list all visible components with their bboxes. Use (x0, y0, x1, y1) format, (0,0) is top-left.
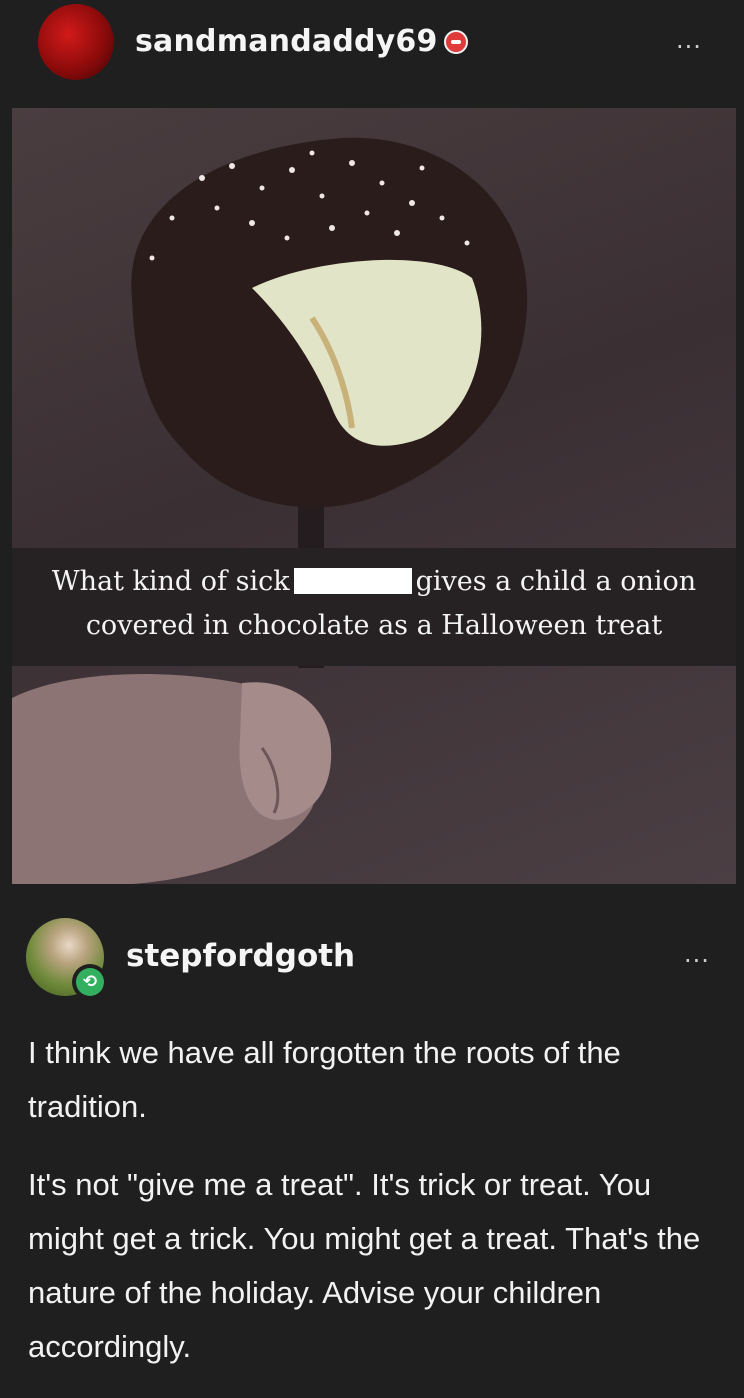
reblog-body: I think we have all forgotten the roots … (28, 1026, 728, 1398)
more-icon[interactable]: ... (676, 26, 702, 54)
onion-photo (12, 137, 528, 884)
caption-text-start: What kind of sick (51, 566, 290, 597)
avatar[interactable] (38, 4, 114, 80)
reblog-icon: ⟲ (72, 964, 108, 1000)
verified-badge-icon (444, 30, 468, 54)
post-header: sandmandaddy69 ... (0, 0, 744, 100)
caption-text-end: gives a child a onion (415, 566, 697, 597)
reblog-paragraph: I think we have all forgotten the roots … (28, 1035, 621, 1124)
image-caption: What kind of sick gives a child a onion c… (12, 560, 736, 648)
redaction-bar (293, 568, 412, 594)
reblog-username[interactable]: stepfordgoth (126, 938, 355, 974)
post-image: What kind of sick gives a child a onion c… (12, 108, 736, 884)
post-username[interactable]: sandmandaddy69 (135, 24, 438, 59)
reblog-header (0, 900, 744, 1000)
more-icon[interactable]: ... (684, 940, 710, 968)
reblog-paragraph: It's not "give me a treat". It's trick o… (28, 1167, 701, 1364)
caption-text-line2: covered in chocolate as a Halloween trea… (85, 610, 663, 641)
